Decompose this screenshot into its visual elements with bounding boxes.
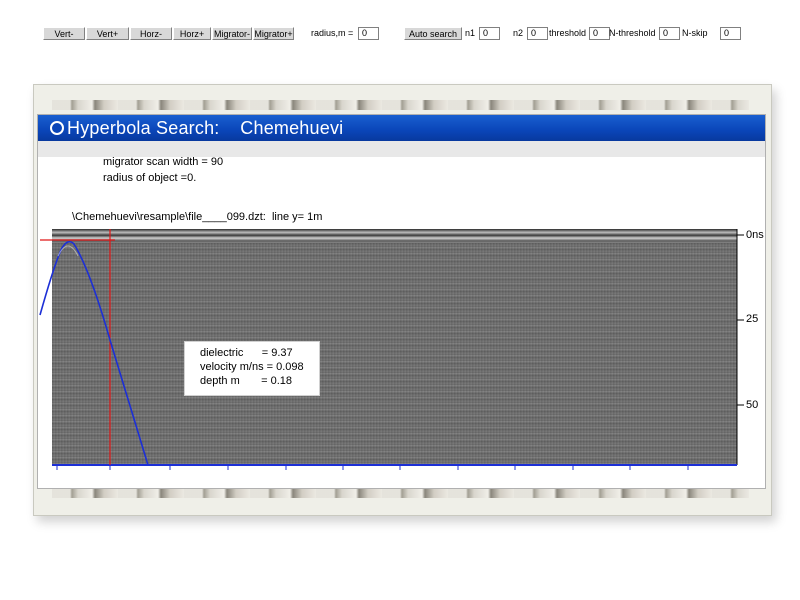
- velocity-value: velocity m/ns = 0.098: [200, 361, 304, 373]
- depth-label-25: 25: [746, 313, 759, 325]
- hyperbola-curve: [39, 240, 149, 466]
- depth-label-50: 50: [746, 399, 759, 411]
- depth-value: depth m = 0.18: [200, 375, 293, 387]
- radargram-overlay: [39, 229, 744, 470]
- dielectric-value: dielectric = 9.37: [200, 347, 293, 359]
- hyperbola-reflection: [57, 245, 79, 257]
- depth-label-0ns: 0ns: [746, 229, 764, 241]
- results-panel: dielectric = 9.37 velocity m/ns = 0.098 …: [184, 341, 320, 396]
